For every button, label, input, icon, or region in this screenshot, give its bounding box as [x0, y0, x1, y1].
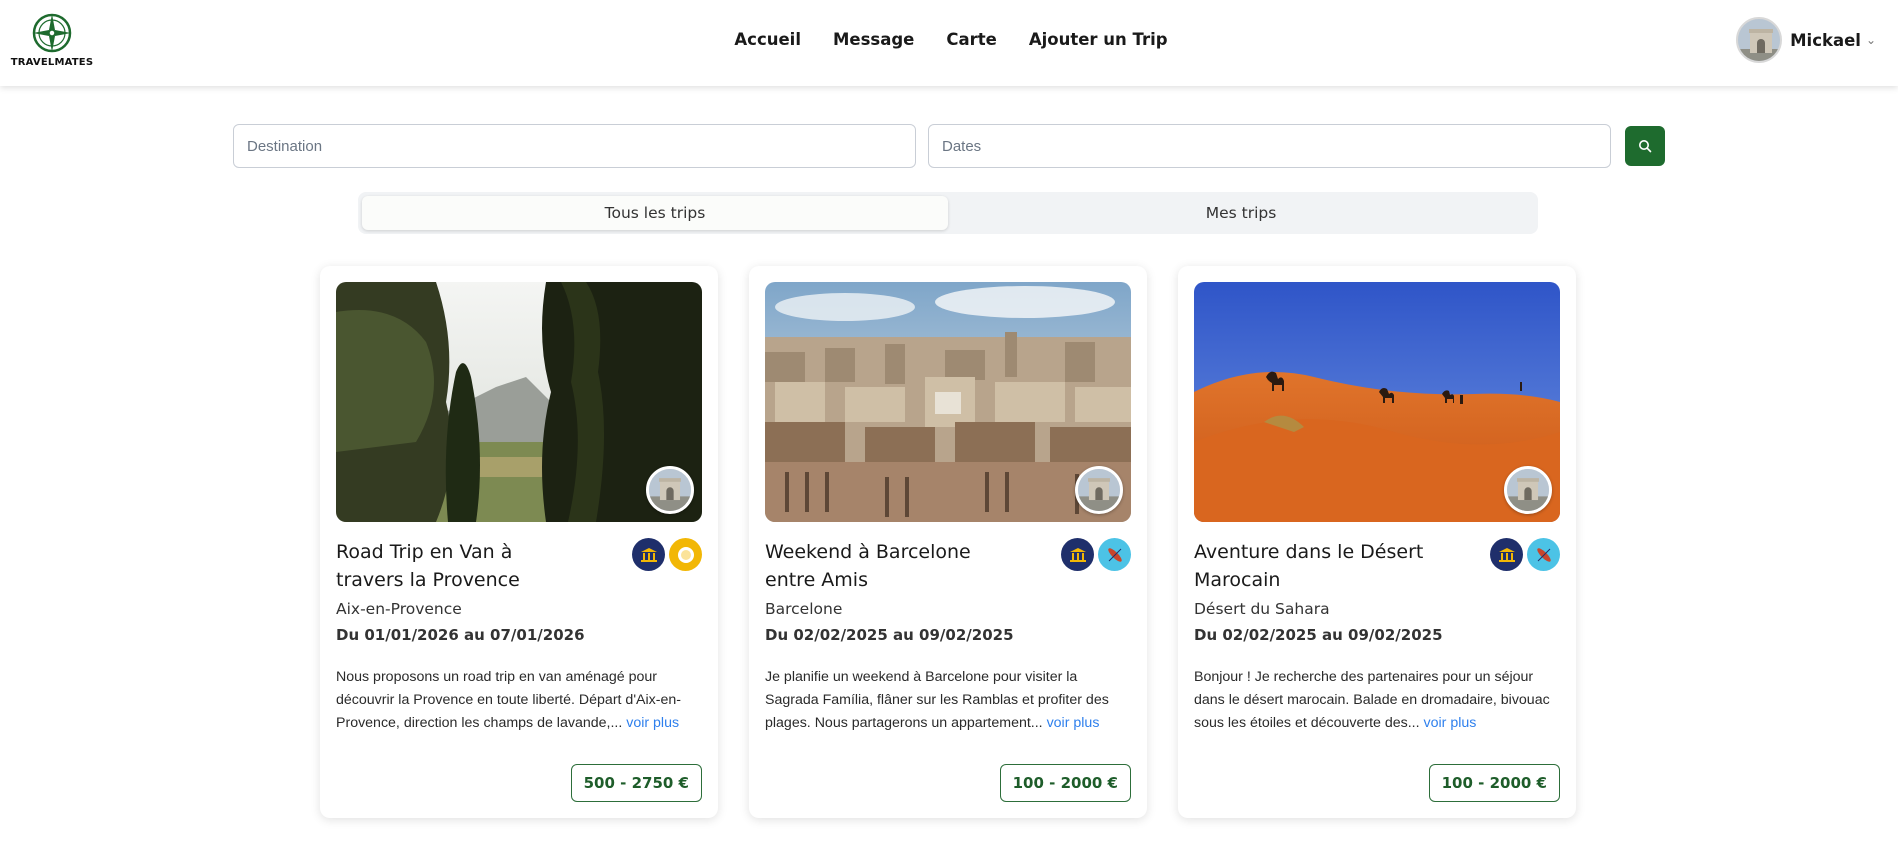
destination-input[interactable]	[233, 124, 916, 168]
trip-title: Road Trip en Van à travers la Provence	[336, 541, 520, 591]
trip-location: Aix-en-Provence	[336, 600, 462, 618]
voir-plus-link[interactable]: voir plus	[1424, 715, 1477, 731]
arch-avatar-icon	[649, 469, 691, 511]
activity-badges	[1490, 538, 1560, 571]
tab-mes-trips[interactable]: Mes trips	[948, 196, 1534, 230]
nav-carte[interactable]: Carte	[946, 30, 996, 49]
museum-icon	[1061, 538, 1094, 571]
top-navbar: TRAVELMATES Accueil Message Carte Ajoute…	[0, 0, 1898, 86]
trip-dates: Du 01/01/2026 au 07/01/2026	[336, 626, 585, 644]
arch-avatar-icon	[1738, 19, 1781, 61]
trip-description: Bonjour ! Je recherche des partenaires p…	[1194, 666, 1560, 735]
trip-dates: Du 02/02/2025 au 09/02/2025	[765, 626, 1014, 644]
trip-image-barcelone	[765, 282, 1131, 522]
trip-card-sahara[interactable]: Aventure dans le Désert Marocain Désert …	[1178, 266, 1576, 818]
logo-text: TRAVELMATES	[10, 57, 94, 68]
voir-plus-link[interactable]: voir plus	[1047, 715, 1100, 731]
museum-icon	[632, 538, 665, 571]
trip-image-provence	[336, 282, 702, 522]
trip-card-provence[interactable]: Road Trip en Van à travers la Provence A…	[320, 266, 718, 818]
trip-title: Aventure dans le Désert Marocain	[1194, 541, 1424, 591]
main-nav: Accueil Message Carte Ajouter un Trip	[0, 30, 1898, 49]
arch-avatar-icon	[1507, 469, 1549, 511]
trip-location: Désert du Sahara	[1194, 600, 1330, 618]
nav-ajouter-trip[interactable]: Ajouter un Trip	[1029, 30, 1168, 49]
user-name: Mickael	[1790, 30, 1861, 50]
trip-dates: Du 02/02/2025 au 09/02/2025	[1194, 626, 1443, 644]
tab-tous-les-trips[interactable]: Tous les trips	[362, 196, 948, 230]
price-badge: 100 - 2000 €	[999, 764, 1131, 802]
chevron-down-icon: ⌄	[1865, 33, 1876, 47]
trip-description: Nous proposons un road trip en van aména…	[336, 666, 702, 735]
trip-image-sahara	[1194, 282, 1560, 522]
voir-plus-link[interactable]: voir plus	[626, 715, 679, 731]
trip-description: Je planifie un weekend à Barcelone pour …	[765, 666, 1131, 735]
organizer-avatar[interactable]	[1504, 466, 1552, 514]
avatar	[1736, 17, 1783, 63]
organizer-avatar[interactable]	[646, 466, 694, 514]
search-button[interactable]	[1625, 126, 1665, 166]
activity-badges	[1061, 538, 1131, 571]
trip-location: Barcelone	[765, 600, 843, 618]
activity-badges	[632, 538, 702, 571]
price-badge: 500 - 2750 €	[570, 764, 702, 802]
nav-accueil[interactable]: Accueil	[734, 30, 801, 49]
nav-message[interactable]: Message	[833, 30, 914, 49]
search-icon	[1639, 140, 1652, 153]
food-icon	[669, 538, 702, 571]
surf-icon	[1098, 538, 1131, 571]
trip-card-barcelone[interactable]: Weekend à Barcelone entre Amis Barcelone…	[749, 266, 1147, 818]
trip-description-text: Bonjour ! Je recherche des partenaires p…	[1194, 669, 1550, 731]
search-bar	[233, 124, 1665, 168]
user-menu[interactable]: Mickael ⌄	[1736, 17, 1876, 63]
price-badge: 100 - 2000 €	[1428, 764, 1560, 802]
trip-tabs: Tous les trips Mes trips	[358, 192, 1538, 234]
museum-icon	[1490, 538, 1523, 571]
dates-input[interactable]	[928, 124, 1611, 168]
arch-avatar-icon	[1078, 469, 1120, 511]
surf-icon	[1527, 538, 1560, 571]
trip-title: Weekend à Barcelone entre Amis	[765, 541, 971, 591]
organizer-avatar[interactable]	[1075, 466, 1123, 514]
